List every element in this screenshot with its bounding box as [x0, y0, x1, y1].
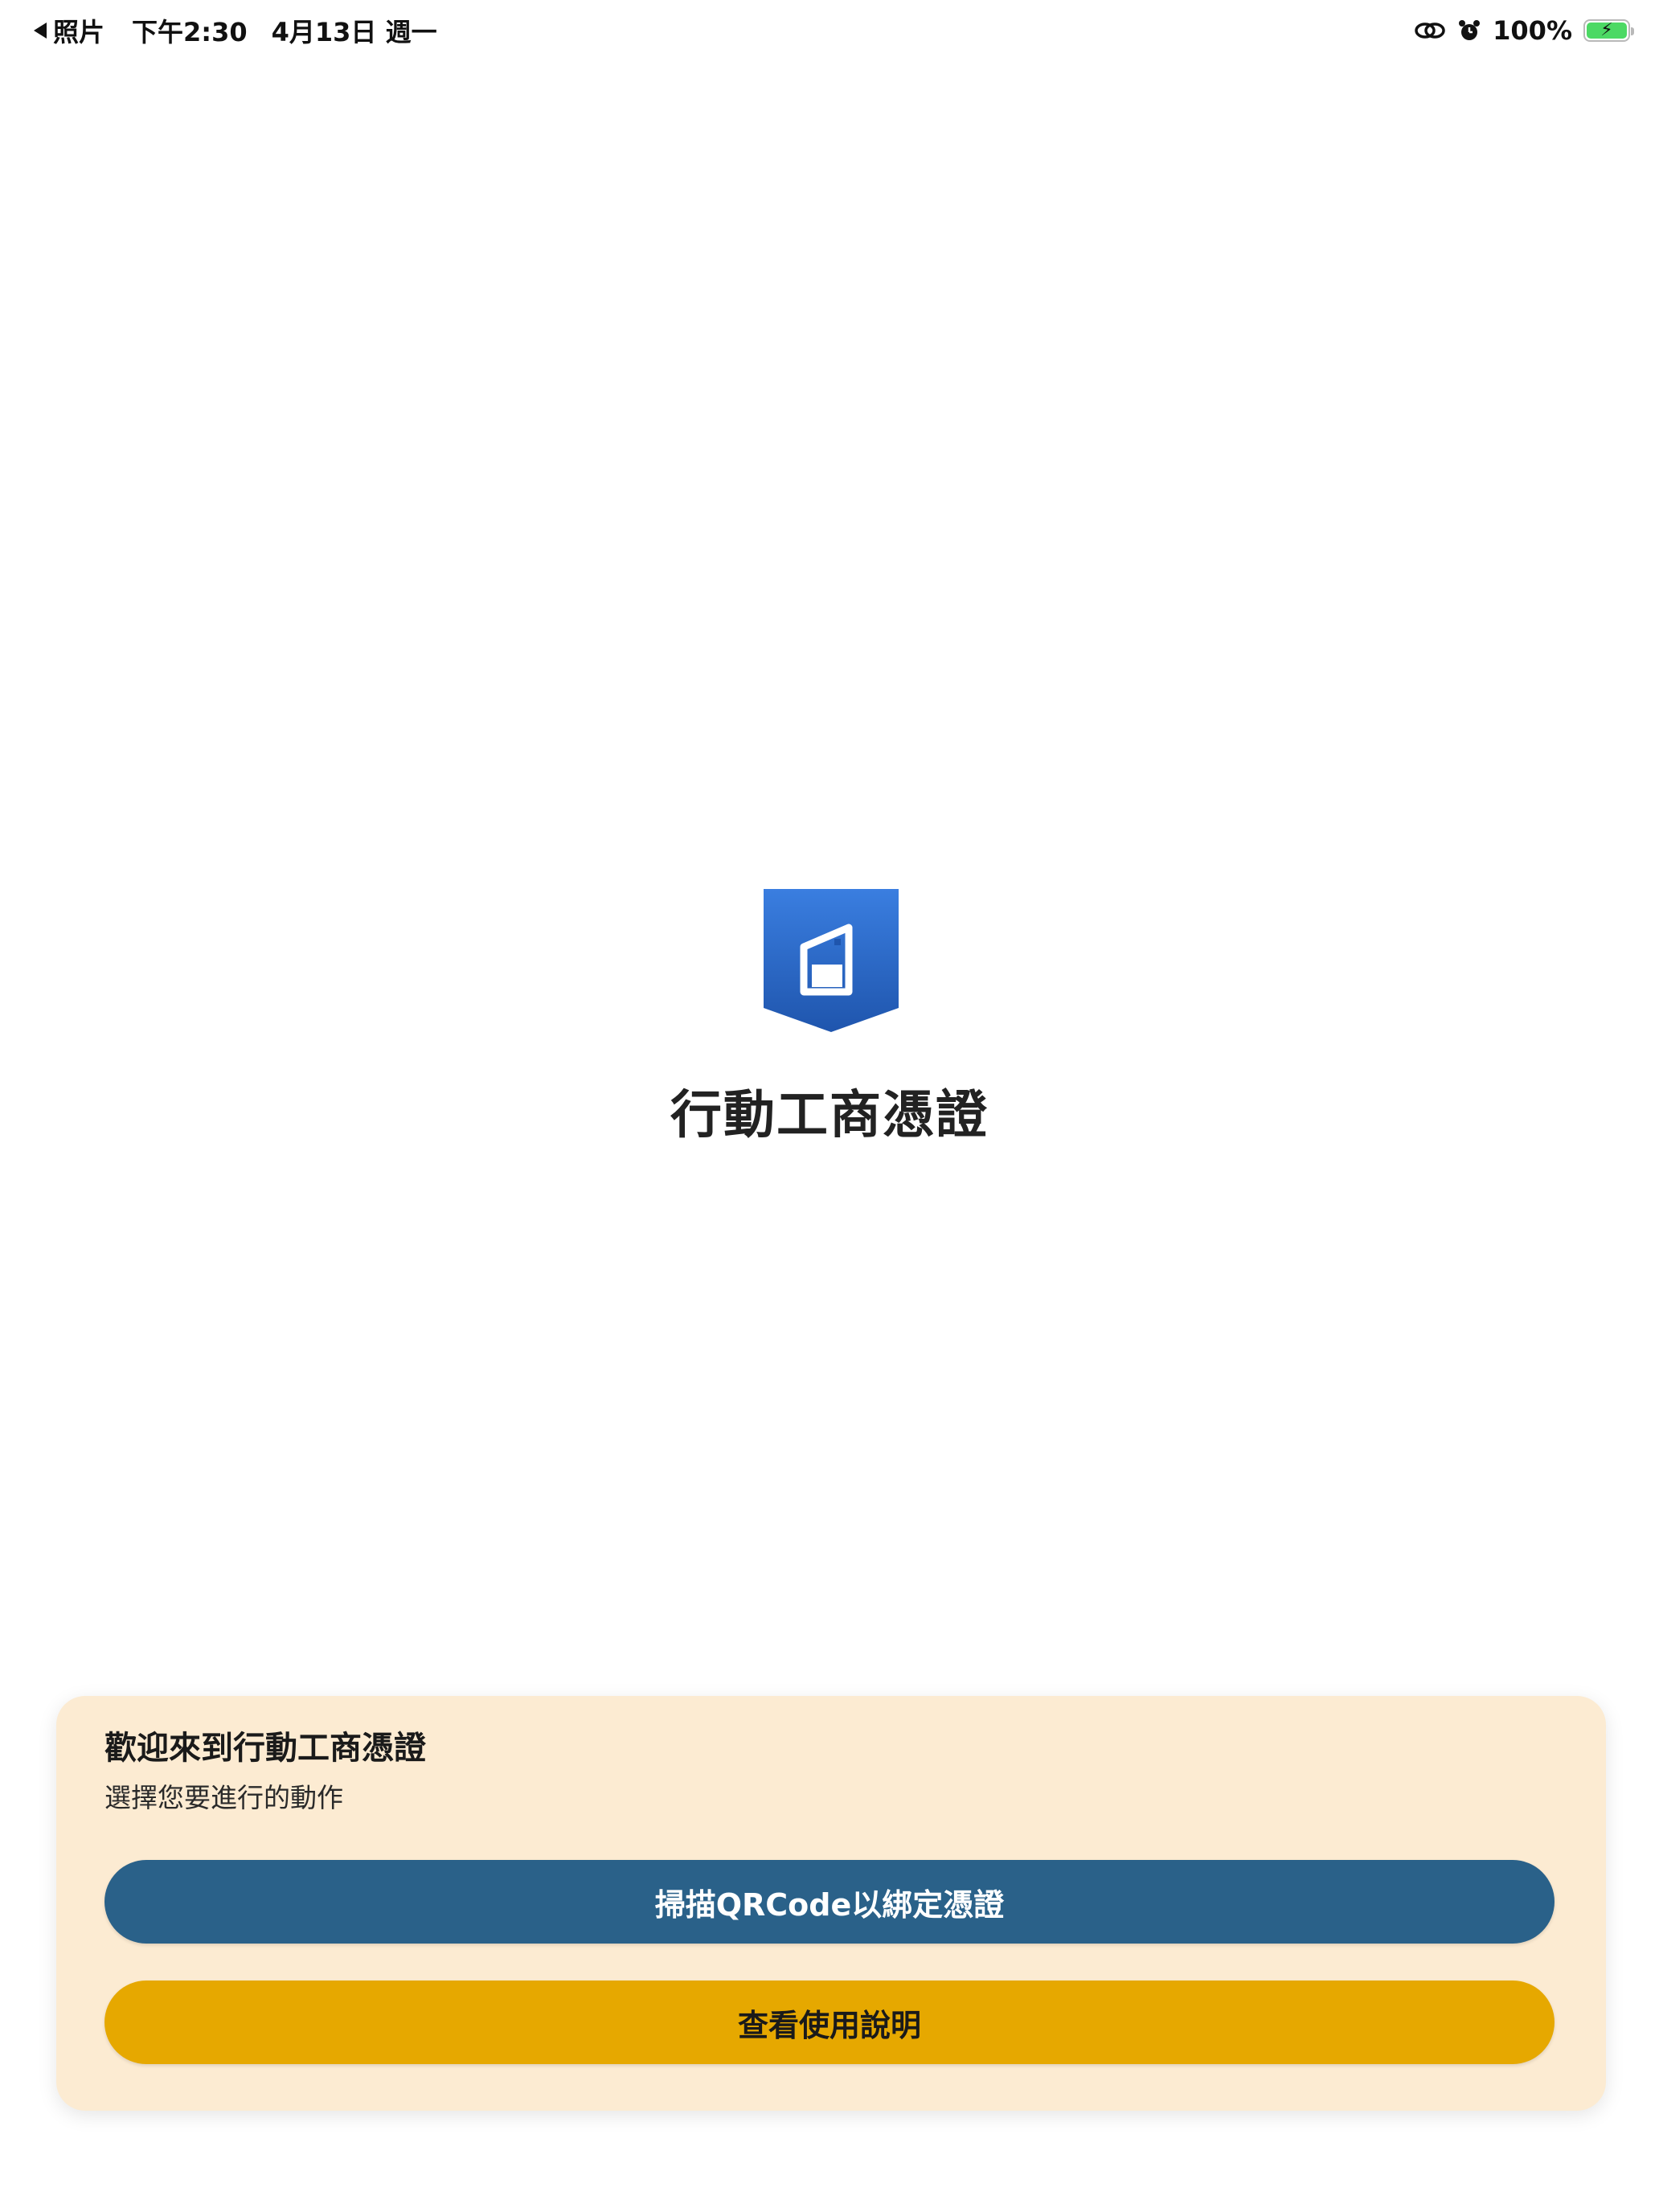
back-to-app-link[interactable]: 照片 [53, 12, 104, 49]
status-bar-right: 100% ⚡ [1414, 11, 1634, 50]
status-bar-left: 照片 下午2:30 4月13日 週一 [34, 11, 437, 50]
welcome-card: 歡迎來到行動工商憑證 選擇您要進行的動作 掃描QRCode以綁定憑證 查看使用說… [56, 1696, 1606, 2111]
app-logo-shield-icon [764, 889, 899, 1032]
welcome-subheading: 選擇您要進行的動作 [104, 1782, 343, 1813]
app-title: 行動工商憑證 [670, 1086, 989, 1145]
scan-qrcode-button[interactable]: 掃描QRCode以綁定憑證 [104, 1860, 1555, 1944]
alarm-icon [1457, 18, 1481, 43]
back-arrow-icon[interactable] [34, 23, 47, 39]
view-guide-button[interactable]: 查看使用說明 [104, 1981, 1555, 2064]
status-time: 下午2:30 [132, 17, 248, 47]
battery-cap [1631, 27, 1634, 35]
link-icon [1414, 19, 1446, 42]
status-bar: 照片 下午2:30 4月13日 週一 100% ⚡ [0, 0, 1659, 64]
status-date: 4月13日 週一 [271, 17, 437, 47]
charging-bolt-icon: ⚡ [1600, 20, 1613, 40]
battery-icon: ⚡ [1583, 19, 1634, 42]
welcome-heading: 歡迎來到行動工商憑證 [104, 1730, 426, 1767]
battery-percent: 100% [1493, 15, 1572, 46]
